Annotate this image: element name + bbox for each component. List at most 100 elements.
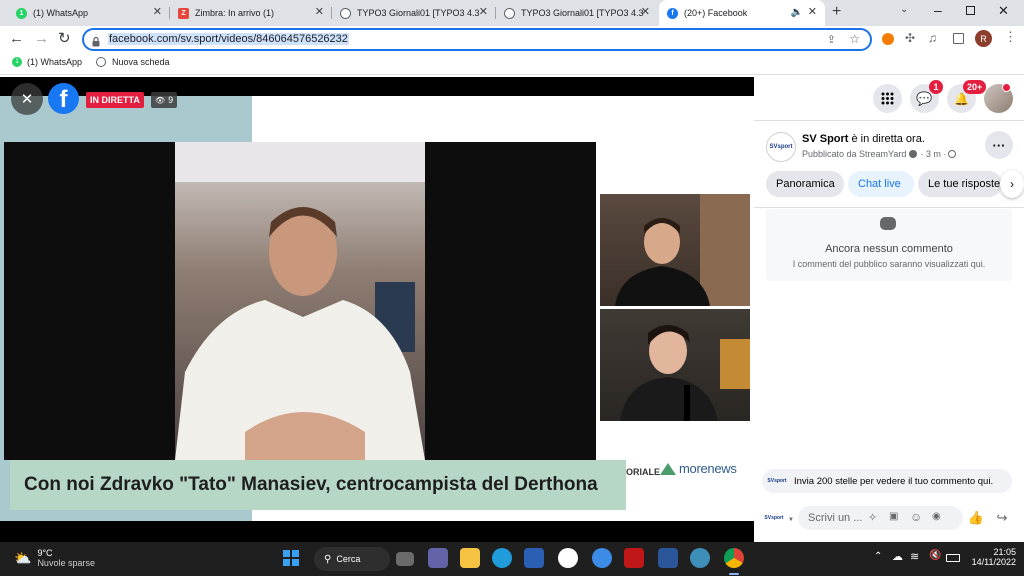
lock-icon[interactable] [92,34,100,47]
account-status-dot [1002,83,1011,92]
task-view-icon[interactable] [396,552,414,566]
extension-icon[interactable] [882,33,894,45]
comment-bubble-icon [880,217,896,230]
puzzle-icon[interactable]: ✣ [905,31,915,45]
app-icon[interactable] [690,548,710,568]
weather-cloud-icon: ⛅ [14,549,32,566]
stars-prompt[interactable]: SVsport Invia 200 stelle per vedere il t… [762,469,1012,493]
tab-facebook[interactable]: f (20+) Facebook 🔈 ✕ [659,0,825,26]
bookmark-star-icon[interactable]: ☆ [849,32,860,46]
store-icon[interactable] [524,548,544,568]
tab-strip: 1 (1) WhatsApp ✕ Z Zimbra: In arrivo (1)… [0,0,1024,26]
facebook-icon: f [667,7,678,19]
lower-third-caption: Con noi Zdravko "Tato" Manasiev, centroc… [10,460,626,510]
clock[interactable]: 21:05 14/11/2022 [960,547,1016,567]
facebook-logo-icon[interactable]: f [48,83,79,114]
share-button[interactable]: ↪ [990,506,1014,530]
taskbar-search[interactable]: ⚲ Cerca [314,547,390,571]
wifi-icon[interactable]: ≋ [910,550,919,563]
gif-icon[interactable]: ▣ [889,511,898,522]
composer-avatar-chevron-icon[interactable]: ▼ [788,517,794,523]
tray-overflow-icon[interactable]: ⌃ [874,551,882,562]
live-status-text: è in diretta ora. [848,133,925,145]
close-icon[interactable]: ✕ [315,7,324,18]
page-avatar[interactable]: SVsport [766,132,796,162]
side-panel-icon[interactable] [953,33,964,44]
battery-icon[interactable] [946,554,960,562]
word-icon[interactable] [658,548,678,568]
comment-input[interactable]: Scrivi un ... ✧ ▣ ☺ ◉ [798,506,963,530]
bookmark-whatsapp[interactable]: 1 (1) WhatsApp [12,57,82,67]
close-icon[interactable]: ✕ [153,7,162,18]
chips-scroll-right-button[interactable]: › [1000,170,1024,198]
tab-title: TYPO3 Giornali01 [TYPO3 4.3 [357,8,480,18]
chrome-icon[interactable] [724,548,744,568]
more-options-button[interactable]: ··· [985,131,1013,159]
main-guest-frame [4,142,596,460]
close-icon[interactable]: ✕ [641,7,650,18]
menu-icon[interactable]: ⋮ [1004,29,1017,45]
post-time[interactable]: · 3 m · [920,149,946,159]
composer-avatar[interactable]: SVsport [762,507,786,529]
menu-grid-button[interactable] [873,84,902,113]
reload-button[interactable]: ↻ [58,29,71,47]
restore-button[interactable] [966,6,975,15]
minimize-button[interactable]: – [934,2,942,18]
url-text[interactable]: facebook.com/sv.sport/videos/84606457652… [108,33,349,45]
sticker-icon[interactable]: ✧ [868,511,877,524]
close-icon[interactable]: ✕ [808,7,817,18]
address-bar[interactable]: facebook.com/sv.sport/videos/84606457652… [82,28,872,51]
tab-live-chat[interactable]: Chat live [848,171,914,197]
video-player[interactable]: ORIALE morenews ✕ f IN DIRETTA 👁 9 Con n… [0,77,754,542]
bookmark-label: (1) WhatsApp [27,57,83,67]
info-icon[interactable] [909,150,918,158]
teams-icon[interactable] [428,548,448,568]
close-icon[interactable]: ✕ [479,7,488,18]
back-button[interactable]: ← [9,30,24,47]
publisher-text: Pubblicato da StreamYard [802,149,907,159]
start-button[interactable] [283,550,299,566]
post-meta: Pubblicato da StreamYard · 3 m · [802,149,957,159]
guest-silhouette [175,142,425,460]
tab-title: (20+) Facebook [684,8,748,18]
file-explorer-icon[interactable] [460,548,480,568]
tab-title: (1) WhatsApp [33,8,89,18]
tab-zimbra[interactable]: Z Zimbra: In arrivo (1) ✕ [170,0,332,26]
tab-typo3-2[interactable]: TYPO3 Giornali01 [TYPO3 4.3 ✕ [496,0,658,26]
search-icon: ⚲ [324,553,332,565]
edge-icon[interactable] [492,548,512,568]
new-tab-button[interactable]: + [832,3,841,21]
messenger-icon: 💬 [916,90,933,106]
profile-avatar[interactable]: R [975,30,992,47]
tab-overview[interactable]: Panoramica [766,171,844,197]
github-icon[interactable] [558,548,578,568]
forward-button[interactable]: → [34,30,49,47]
tab-typo3-1[interactable]: TYPO3 Giornali01 [TYPO3 4.3 ✕ [332,0,496,26]
sponsor-text: ORIALE [626,467,661,477]
like-button[interactable]: 👍 [964,506,988,530]
onedrive-icon[interactable]: ☁ [892,550,903,563]
volume-icon[interactable]: 🔇 [929,550,941,561]
media-icon[interactable]: ♫ [928,31,937,45]
tab-your-replies[interactable]: Le tue risposte [918,171,1002,197]
emoji-icon[interactable]: ☺ [910,510,922,524]
taskbar-search-label: Cerca [336,554,361,564]
windows-logo-icon [292,559,299,566]
clock-time: 21:05 [993,547,1016,557]
bookmark-new-tab[interactable]: Nuova scheda [96,57,170,67]
tab-search-icon[interactable]: ⌄ [900,4,908,15]
speaker-icon[interactable]: 🔈 [791,7,803,18]
camera-icon[interactable]: ◉ [932,511,941,522]
tab-whatsapp[interactable]: 1 (1) WhatsApp ✕ [8,0,170,26]
share-icon[interactable]: ⇪ [827,33,836,46]
close-window-button[interactable]: ✕ [998,3,1009,19]
globe-icon [948,150,957,158]
page-avatar-small: SVsport [767,478,787,484]
close-video-button[interactable]: ✕ [11,83,43,115]
guest-silhouette [620,325,750,421]
help-icon[interactable] [592,548,612,568]
mcafee-icon[interactable] [624,548,644,568]
page-name-link[interactable]: SV Sport [802,133,848,145]
tabs-divider [754,207,1024,208]
weather-widget[interactable]: ⛅ 9°C Nuvole sparse [14,548,95,568]
